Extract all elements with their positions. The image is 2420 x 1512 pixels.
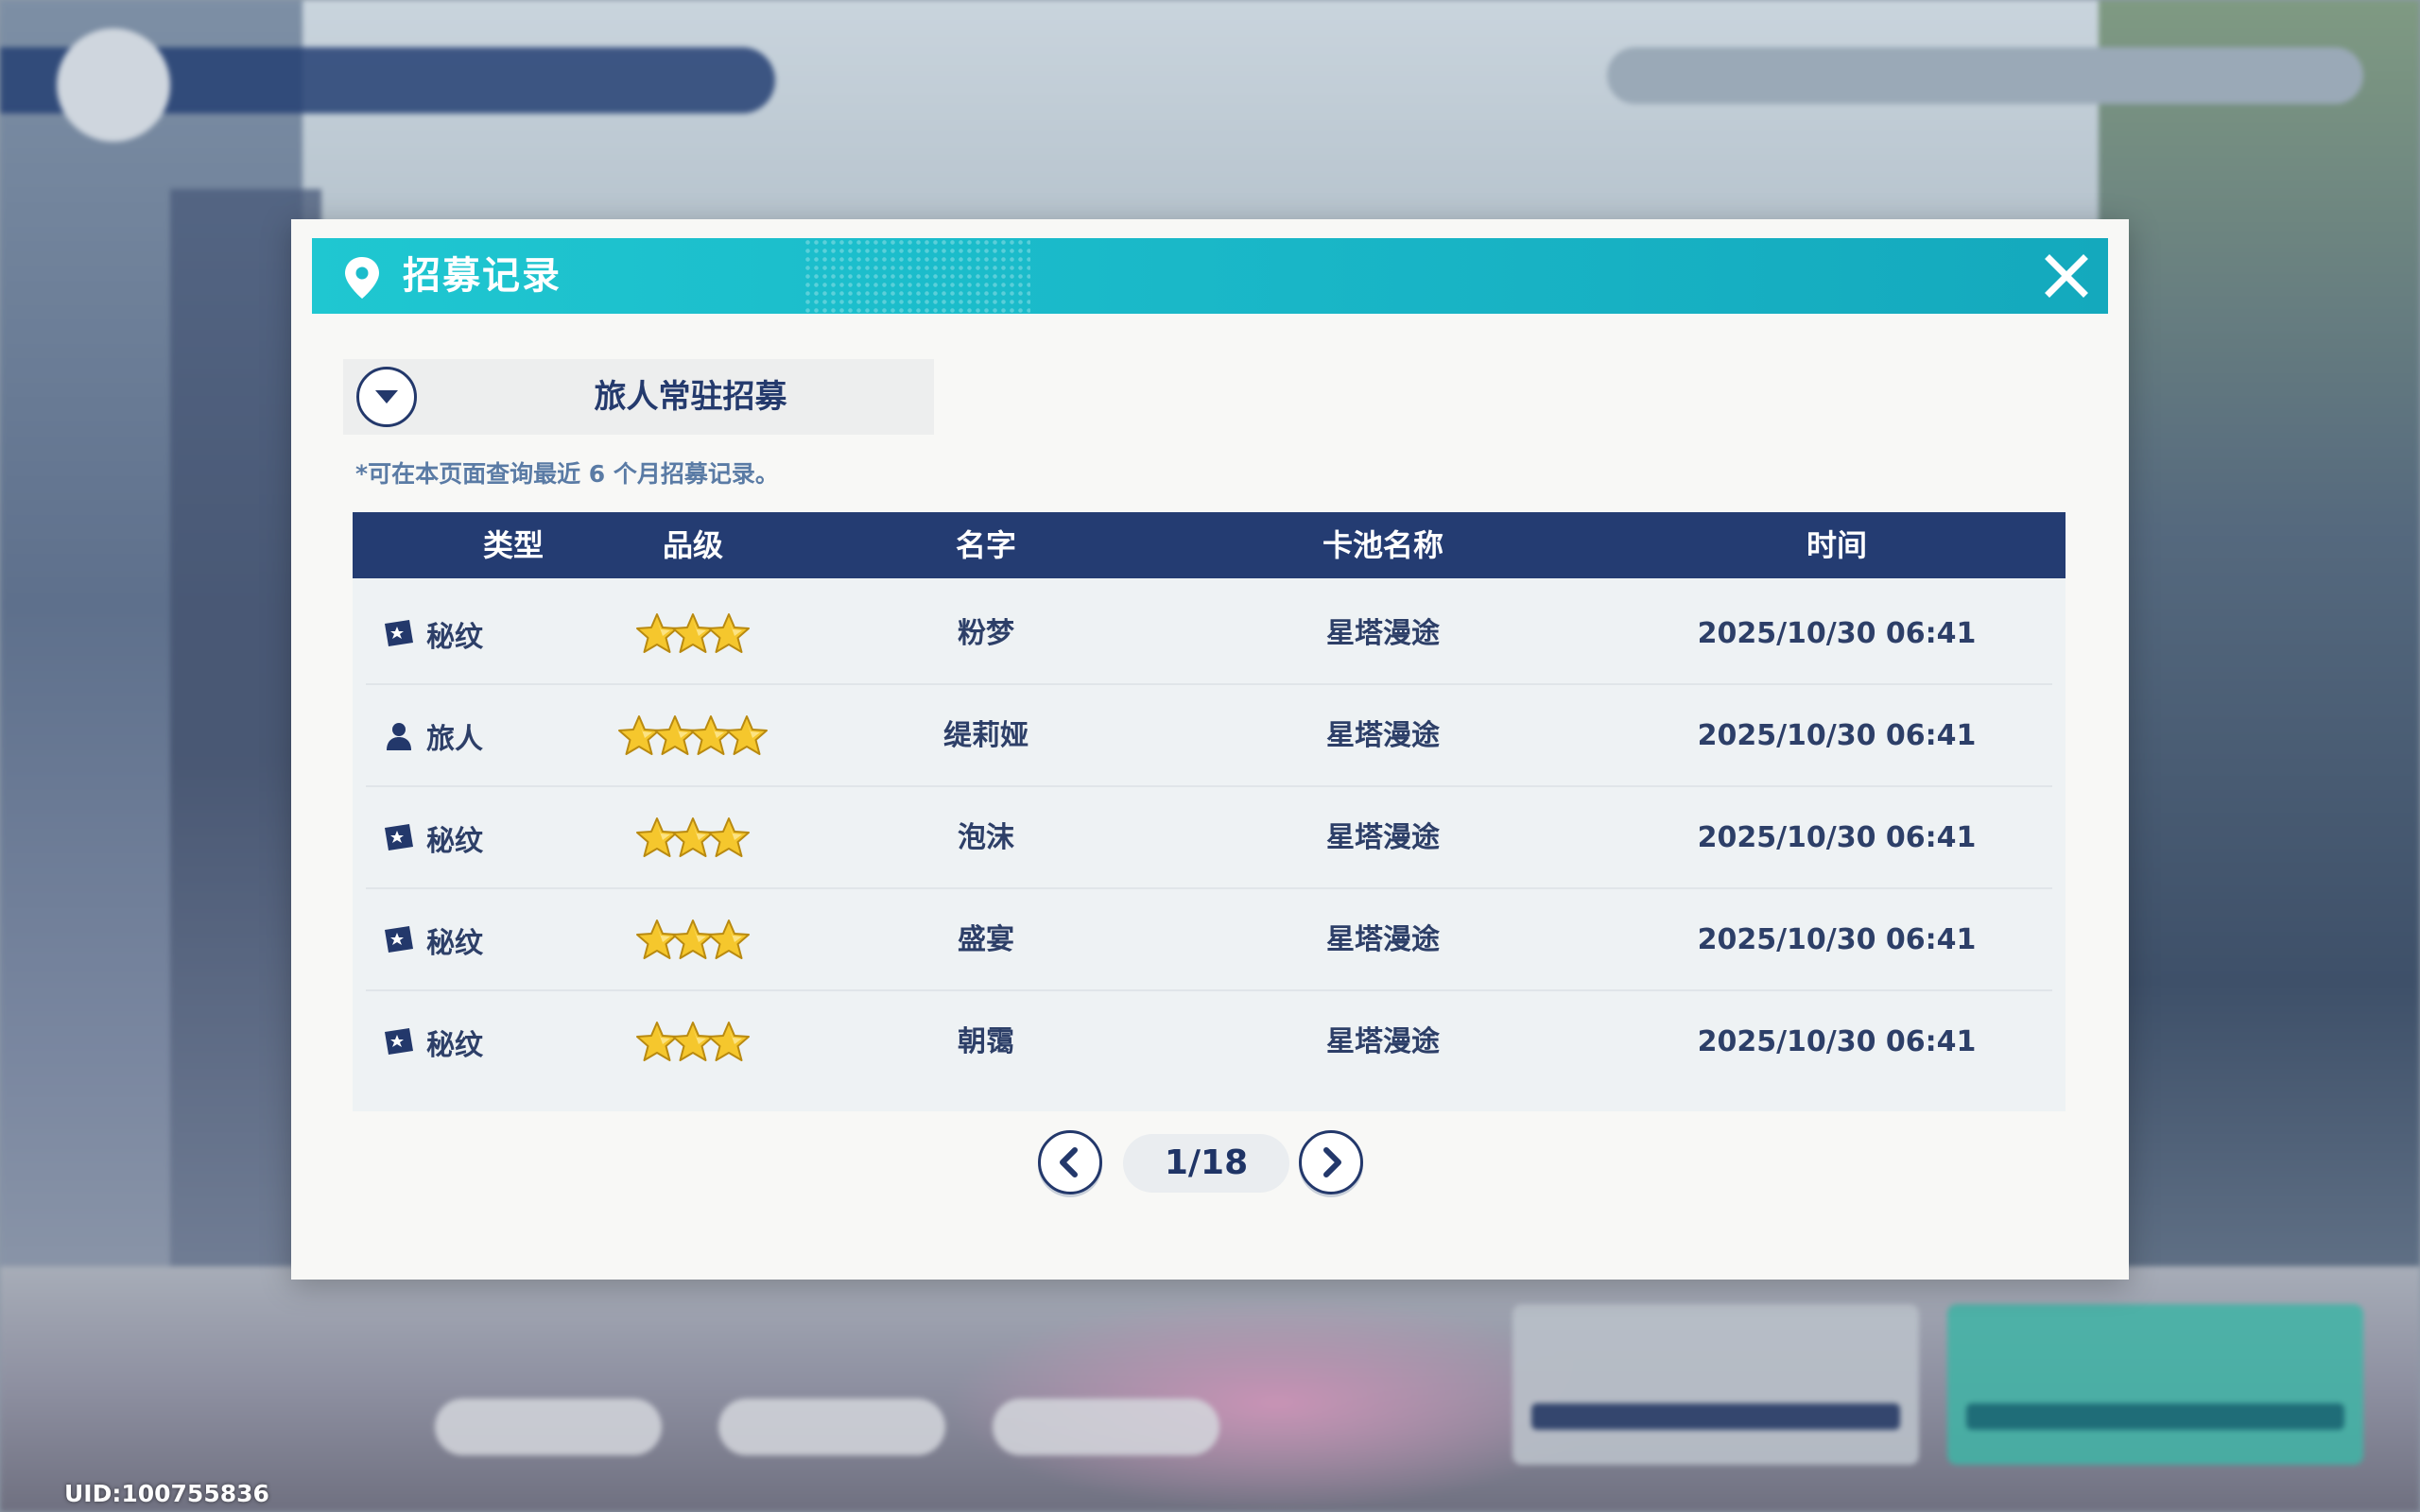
location-pin-icon [345, 257, 379, 299]
record-table: 类型 品级 名字 卡池名称 时间 秘纹 粉梦 星塔漫途 2025/10/30 06:4… [353, 512, 2066, 1111]
dialog-title-bar: 招募记录 [312, 238, 2108, 314]
header-pool: 卡池名称 [1322, 527, 1443, 563]
star-icon [726, 715, 768, 755]
record-type-label: 秘纹 [426, 1029, 483, 1062]
rarity-stars [542, 889, 844, 991]
record-pool: 星塔漫途 [1326, 821, 1440, 854]
record-time: 2025/10/30 06:41 [1697, 719, 1977, 752]
ticket-star-icon [385, 620, 413, 646]
record-pool: 星塔漫途 [1326, 617, 1440, 650]
chevron-left-icon[interactable] [1038, 1130, 1102, 1194]
table-row: 秘纹 泡沫 星塔漫途 2025/10/30 06:41 [353, 787, 2066, 889]
table-row: 秘纹 朝霭 星塔漫途 2025/10/30 06:41 [353, 991, 2066, 1093]
record-time: 2025/10/30 06:41 [1697, 1025, 1977, 1058]
record-time: 2025/10/30 06:41 [1697, 923, 1977, 956]
record-type: 秘纹 [381, 889, 483, 991]
ticket-star-icon [385, 824, 413, 850]
header-name: 名字 [955, 527, 1016, 563]
record-type-label: 秘纹 [426, 825, 483, 858]
person-icon [387, 723, 411, 750]
table-header: 类型 品级 名字 卡池名称 时间 [353, 512, 2066, 578]
record-type: 秘纹 [381, 583, 483, 685]
record-pool: 星塔漫途 [1326, 923, 1440, 956]
close-icon[interactable] [2038, 248, 2095, 304]
chevron-right-icon[interactable] [1299, 1130, 1363, 1194]
record-type-label: 旅人 [426, 723, 483, 756]
rarity-stars [542, 583, 844, 685]
table-row: 旅人 缇莉娅 星塔漫途 2025/10/30 06:41 [353, 685, 2066, 787]
record-pool: 星塔漫途 [1326, 719, 1440, 752]
uid-label: UID:100755836 [64, 1480, 269, 1507]
record-type-label: 秘纹 [426, 927, 483, 960]
pool-dropdown-value: 旅人常驻招募 [594, 378, 787, 416]
header-time: 时间 [1806, 527, 1867, 563]
record-name: 朝霭 [958, 1025, 1014, 1058]
record-type: 旅人 [381, 685, 483, 787]
record-name: 盛宴 [958, 923, 1014, 956]
record-name: 粉梦 [958, 617, 1014, 650]
ticket-star-icon [385, 926, 413, 953]
pool-dropdown[interactable]: 旅人常驻招募 [343, 359, 934, 435]
record-name: 缇莉娅 [943, 719, 1028, 752]
star-icon [708, 613, 750, 653]
rarity-stars [542, 787, 844, 889]
record-name: 泡沫 [958, 821, 1014, 854]
table-row: 秘纹 盛宴 星塔漫途 2025/10/30 06:41 [353, 889, 2066, 991]
record-type: 秘纹 [381, 991, 483, 1093]
pagination: 1/18 [1038, 1125, 1397, 1200]
dialog-title: 招募记录 [403, 254, 562, 298]
ticket-star-icon [385, 1028, 413, 1055]
record-type: 秘纹 [381, 787, 483, 889]
star-icon [708, 919, 750, 959]
header-rarity: 品级 [662, 527, 723, 563]
star-icon [708, 1022, 750, 1061]
record-time: 2025/10/30 06:41 [1697, 821, 1977, 854]
record-type-label: 秘纹 [426, 621, 483, 654]
rarity-stars [542, 991, 844, 1093]
history-note: *可在本页面查询最近 6 个月招募记录。 [355, 460, 779, 488]
rarity-stars [542, 685, 844, 787]
star-icon [708, 817, 750, 857]
chevron-down-icon [356, 367, 417, 427]
recruit-record-dialog: 招募记录 旅人常驻招募 *可在本页面查询最近 6 个月招募记录。 类型 品级 名… [291, 219, 2129, 1280]
table-row: 秘纹 粉梦 星塔漫途 2025/10/30 06:41 [353, 583, 2066, 685]
record-pool: 星塔漫途 [1326, 1025, 1440, 1058]
record-time: 2025/10/30 06:41 [1697, 617, 1977, 650]
page-indicator: 1/18 [1123, 1134, 1289, 1193]
